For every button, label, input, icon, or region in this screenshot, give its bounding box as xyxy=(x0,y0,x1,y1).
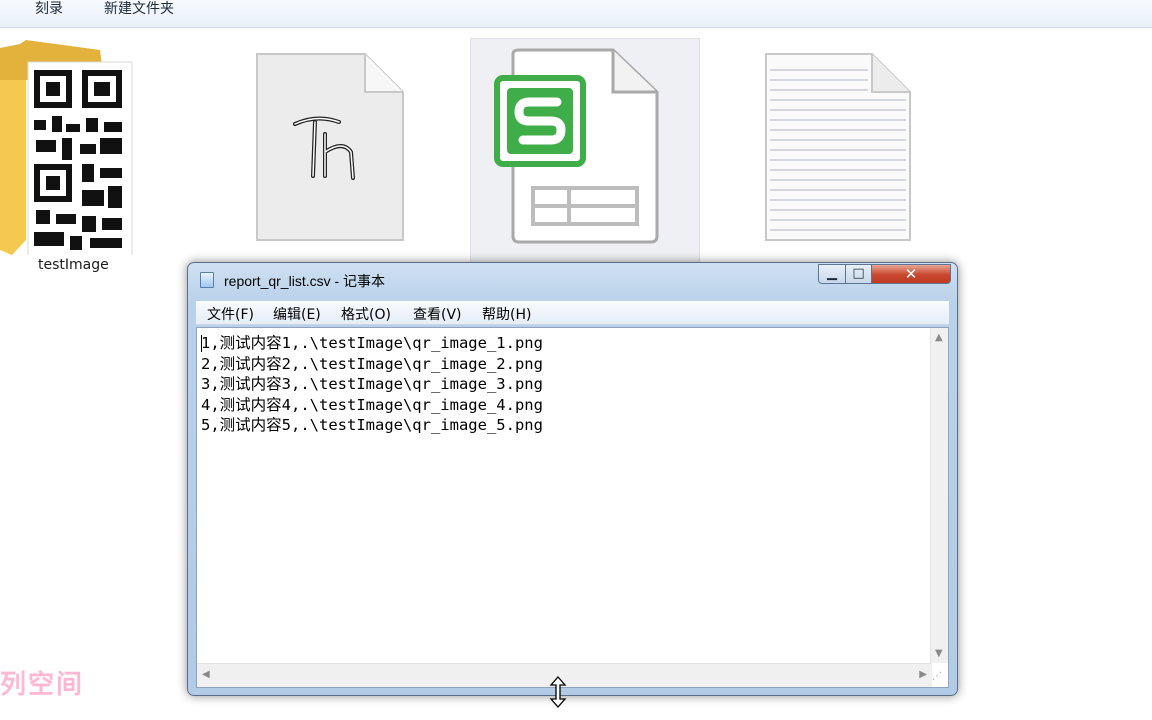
explorer-toolbar: 刻录 新建文件夹 xyxy=(0,0,1152,28)
maximize-icon: □ xyxy=(852,266,865,281)
file-label: testImage xyxy=(38,257,109,273)
spreadsheet-file-icon xyxy=(494,48,659,244)
notepad-window[interactable]: report_qr_list.csv - 记事本 ▁ □ ✕ 文件(F) 编辑(… xyxy=(187,262,958,696)
new-folder-button[interactable]: 新建文件夹 xyxy=(98,0,180,22)
file-item-text[interactable] xyxy=(764,52,914,248)
menu-format[interactable]: 格式(O) xyxy=(341,304,391,324)
close-icon: ✕ xyxy=(904,265,918,283)
scroll-left-icon[interactable]: ◀ xyxy=(202,669,210,680)
watermark: 列空间 xyxy=(0,670,85,700)
scroll-down-icon[interactable]: ▼ xyxy=(935,648,943,659)
menu-view[interactable]: 查看(V) xyxy=(413,304,462,324)
menu-edit[interactable]: 编辑(E) xyxy=(273,304,321,324)
minimize-button[interactable]: ▁ xyxy=(818,264,846,284)
text-caret xyxy=(201,335,202,352)
file-item-spreadsheet[interactable] xyxy=(493,48,663,252)
text-file-icon xyxy=(765,53,911,241)
folder-icon xyxy=(0,40,133,259)
window-title: report_qr_list.csv - 记事本 xyxy=(224,273,386,289)
resize-vertical-cursor-icon xyxy=(549,676,567,708)
maximize-button[interactable]: □ xyxy=(845,264,872,284)
text-editor[interactable]: 1,测试内容1,.\testImage\qr_image_1.png 2,测试内… xyxy=(196,327,949,688)
resize-grip-icon[interactable]: ⋰ xyxy=(932,671,946,685)
thonny-file-icon xyxy=(256,53,404,241)
scroll-right-icon[interactable]: ▶ xyxy=(919,669,927,680)
file-content[interactable]: 1,测试内容1,.\testImage\qr_image_1.png 2,测试内… xyxy=(201,333,543,436)
menu-help[interactable]: 帮助(H) xyxy=(482,304,531,324)
close-button[interactable]: ✕ xyxy=(871,264,951,284)
burn-button[interactable]: 刻录 xyxy=(29,0,69,22)
vertical-scrollbar[interactable]: ▲ ▼ xyxy=(930,328,948,663)
notepad-icon xyxy=(200,272,214,288)
minimize-icon: ▁ xyxy=(827,266,837,281)
scroll-up-icon[interactable]: ▲ xyxy=(935,332,943,343)
file-item-testimage[interactable]: testImage xyxy=(0,40,150,273)
menu-bar: 文件(F) 编辑(E) 格式(O) 查看(V) 帮助(H) xyxy=(196,301,949,325)
file-item-script[interactable] xyxy=(255,52,405,248)
menu-file[interactable]: 文件(F) xyxy=(207,304,254,324)
